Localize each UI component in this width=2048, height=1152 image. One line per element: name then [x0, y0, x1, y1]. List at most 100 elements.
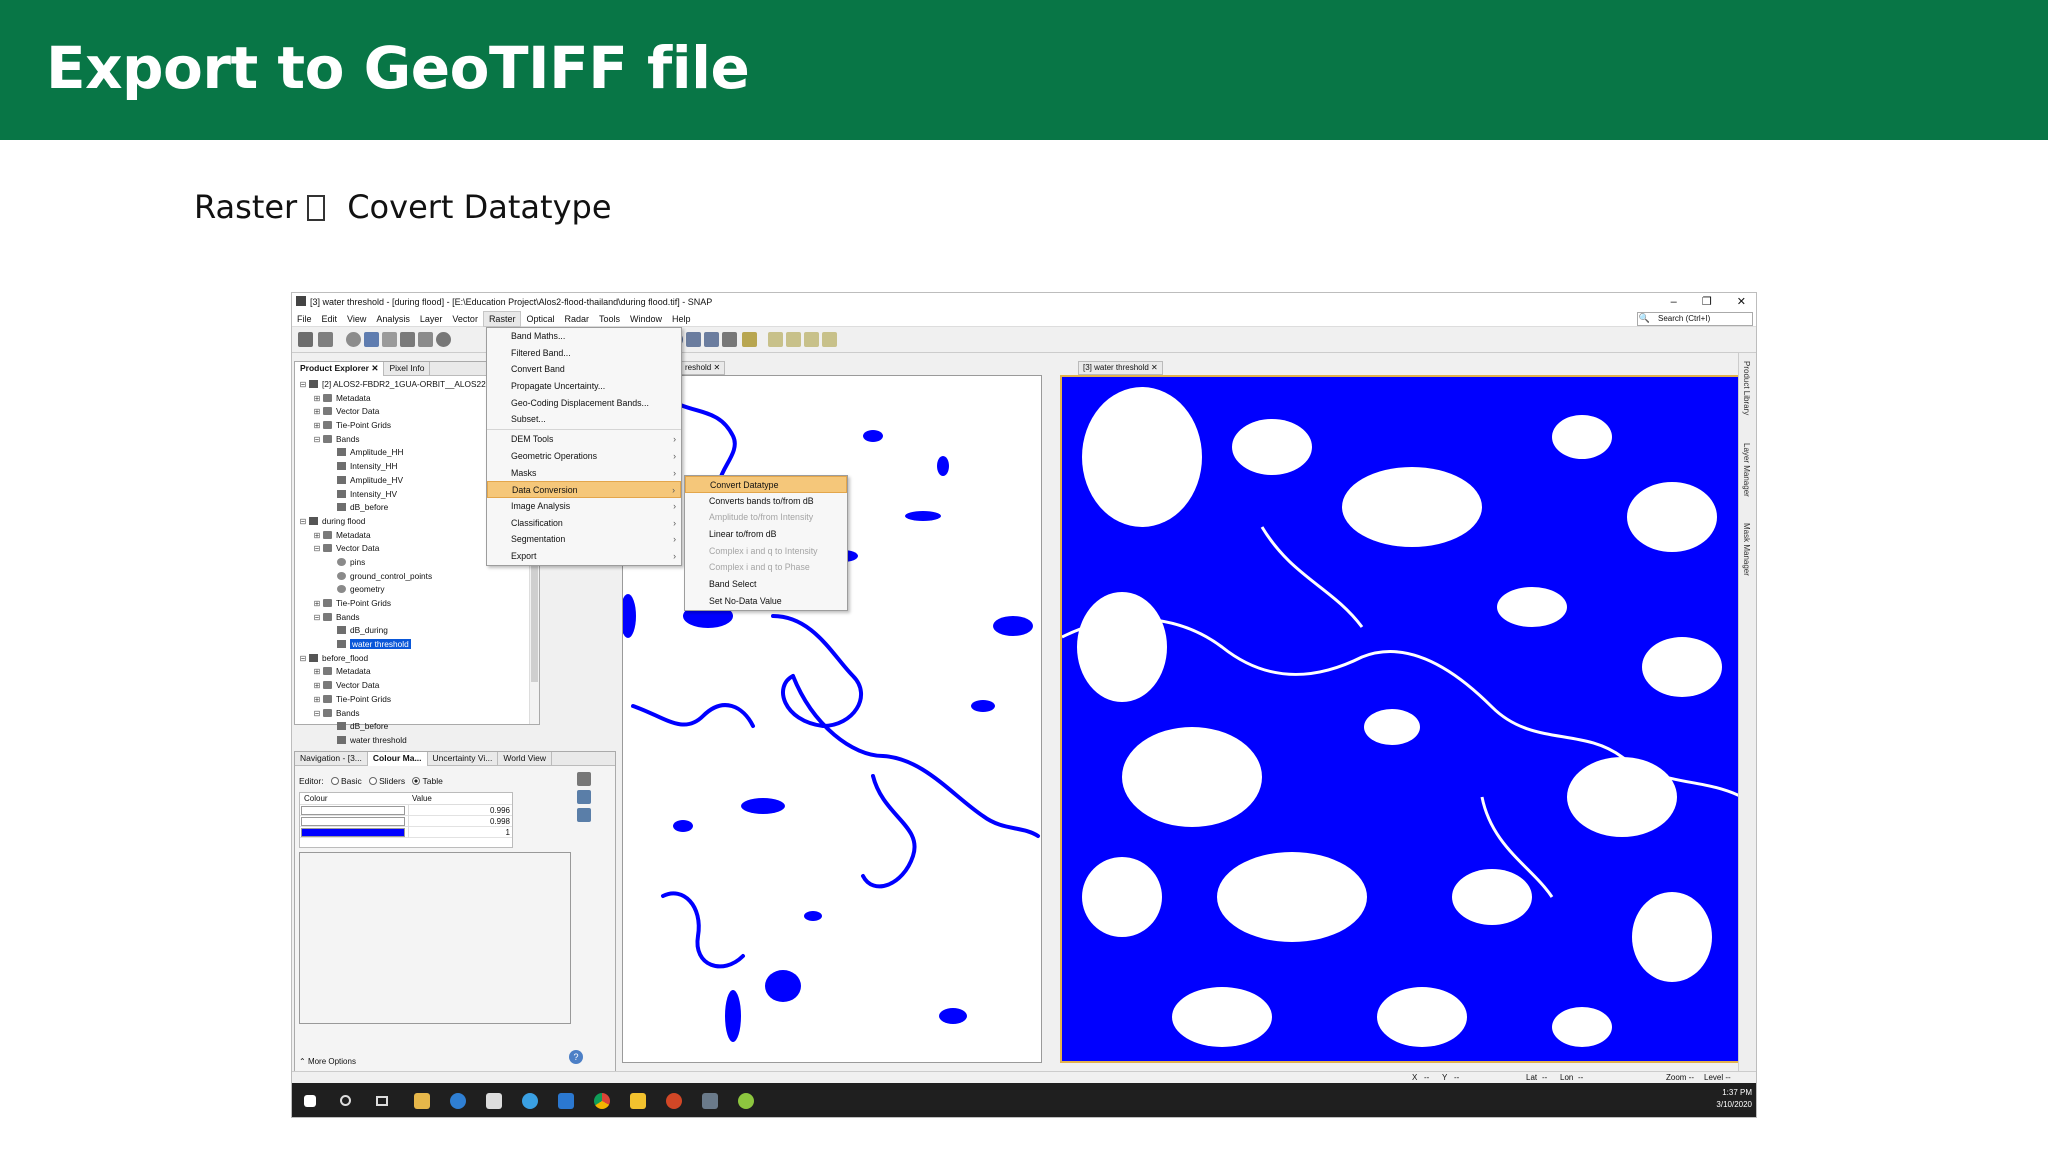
collapse-icon[interactable]: ⊟ [313, 611, 321, 625]
magic-wand-icon[interactable] [686, 332, 701, 347]
expand-icon[interactable]: ⊞ [313, 419, 321, 433]
tree-node-metadata[interactable]: ⊞ Metadata [295, 665, 539, 679]
export-icon[interactable] [577, 808, 591, 822]
tab-world-view[interactable]: World View [498, 752, 553, 766]
colour-table-row[interactable]: 0.998 [300, 816, 512, 827]
internet-explorer-icon[interactable] [522, 1093, 538, 1109]
expand-icon[interactable]: ⊞ [313, 597, 321, 611]
data-conversion-item-convert-datatype[interactable]: Convert Datatype [685, 476, 847, 493]
collapse-icon[interactable]: ⊟ [313, 542, 321, 556]
data-conversion-item-band-select[interactable]: Band Select [685, 576, 847, 593]
import-icon[interactable] [577, 790, 591, 804]
tree-node-geometry[interactable]: geometry [295, 583, 539, 597]
radio-table[interactable] [412, 777, 421, 785]
menu-view[interactable]: View [342, 312, 371, 326]
view-tab-right[interactable]: [3] water threshold ✕ [1078, 361, 1163, 375]
colour-value[interactable]: 1 [408, 827, 512, 838]
menu-edit[interactable]: Edit [317, 312, 343, 326]
tree-node-bands[interactable]: ⊟ Bands [295, 707, 539, 721]
minimize-button[interactable]: – [1671, 296, 1677, 308]
colour-value[interactable]: 0.998 [408, 816, 512, 827]
raster-menu-item-geometric-operations[interactable]: Geometric Operations › [487, 448, 681, 465]
colour-table-row[interactable]: 0.996 [300, 805, 512, 816]
raster-menu-item-segmentation[interactable]: Segmentation › [487, 531, 681, 548]
raster-menu-item-propagate-uncertainty[interactable]: Propagate Uncertainty... [487, 378, 681, 395]
raster-menu-item-masks[interactable]: Masks › [487, 465, 681, 482]
raster-menu-item-export[interactable]: Export › [487, 548, 681, 565]
tile-single-icon[interactable] [822, 332, 837, 347]
menu-radar[interactable]: Radar [559, 312, 594, 326]
tree-node-water-threshold[interactable]: water threshold [295, 734, 539, 748]
tree-node-water-threshold[interactable]: water threshold [295, 638, 539, 652]
reset-icon[interactable] [577, 772, 591, 786]
sticky-notes-icon[interactable] [630, 1093, 646, 1109]
raster-menu-item-dem-tools[interactable]: DEM Tools › [487, 431, 681, 448]
menu-help[interactable]: Help [667, 312, 696, 326]
radio-sliders[interactable] [369, 777, 378, 785]
colour-swatch[interactable] [301, 828, 405, 837]
expand-icon[interactable]: ⊞ [313, 392, 321, 406]
tree-node-vector-data[interactable]: ⊞ Vector Data [295, 679, 539, 693]
product-library-tab[interactable]: Product Library [1742, 361, 1751, 415]
colour-swatch[interactable] [301, 817, 405, 826]
menu-tools[interactable]: Tools [594, 312, 625, 326]
search-taskbar-icon[interactable] [340, 1095, 351, 1106]
tree-node-before-flood[interactable]: ⊟ before_flood [295, 652, 539, 666]
tree-node-bands[interactable]: ⊟ Bands [295, 611, 539, 625]
raster-menu-item-geo-coding-displacement-bands[interactable]: Geo-Coding Displacement Bands... [487, 395, 681, 412]
menu-optical[interactable]: Optical [521, 312, 559, 326]
raster-menu-item-filtered-band[interactable]: Filtered Band... [487, 345, 681, 362]
menu-window[interactable]: Window [625, 312, 667, 326]
more-options[interactable]: ⌃ More Options [299, 1057, 356, 1066]
ruler-icon[interactable] [722, 332, 737, 347]
layer-manager-tab[interactable]: Layer Manager [1742, 443, 1751, 497]
tab-navigation[interactable]: Navigation - [3... [295, 752, 368, 766]
search-input[interactable]: Search (Ctrl+I) [1637, 312, 1753, 326]
tree-node-db-during[interactable]: dB_during [295, 624, 539, 638]
menu-analysis[interactable]: Analysis [371, 312, 415, 326]
collapse-icon[interactable]: ⊟ [299, 515, 307, 529]
tab-uncertainty-visualisation[interactable]: Uncertainty Vi... [428, 752, 499, 766]
save-icon[interactable] [318, 332, 333, 347]
tree-node-tie-point-grids[interactable]: ⊞ Tie-Point Grids [295, 597, 539, 611]
expand-icon[interactable]: ⊞ [313, 679, 321, 693]
open-product-icon[interactable] [298, 332, 313, 347]
collapse-icon[interactable]: ⊟ [313, 707, 321, 721]
snap-taskbar-icon[interactable] [702, 1093, 718, 1109]
tree-node-tie-point-grids[interactable]: ⊞ Tie-Point Grids [295, 693, 539, 707]
menu-file[interactable]: File [292, 312, 317, 326]
collapse-icon[interactable]: ⊟ [299, 652, 307, 666]
menu-layer[interactable]: Layer [415, 312, 448, 326]
raster-menu-item-convert-band[interactable]: Convert Band [487, 361, 681, 378]
menu-vector[interactable]: Vector [447, 312, 483, 326]
raster-menu-item-data-conversion[interactable]: Data Conversion › [487, 481, 681, 498]
edge-icon[interactable] [450, 1093, 466, 1109]
zoom-tool-icon[interactable] [346, 332, 361, 347]
tree-node-db-before[interactable]: dB_before [295, 720, 539, 734]
tile-evenly-icon[interactable] [768, 332, 783, 347]
tab-pixel-info[interactable]: Pixel Info [384, 362, 431, 376]
tile-layout-icon[interactable] [704, 332, 719, 347]
expand-icon[interactable]: ⊞ [313, 405, 321, 419]
radio-basic[interactable] [330, 777, 339, 785]
task-view-icon[interactable] [376, 1096, 388, 1106]
expand-icon[interactable]: ⊞ [313, 693, 321, 707]
data-conversion-item-set-no-data-value[interactable]: Set No-Data Value [685, 593, 847, 610]
powerpoint-icon[interactable] [666, 1093, 682, 1109]
tile-vertical-icon[interactable] [804, 332, 819, 347]
maximize-button[interactable]: ❐ [1702, 296, 1712, 308]
file-explorer-icon[interactable] [414, 1093, 430, 1109]
store-icon[interactable] [486, 1093, 502, 1109]
tile-horizontal-icon[interactable] [786, 332, 801, 347]
grid-icon[interactable] [382, 332, 397, 347]
colour-swatch[interactable] [301, 806, 405, 815]
start-icon[interactable] [304, 1095, 316, 1107]
pin-icon[interactable] [400, 332, 415, 347]
collapse-icon[interactable]: ⊟ [313, 433, 321, 447]
menu-raster[interactable]: Raster [482, 311, 522, 327]
range-finder-icon[interactable] [436, 332, 451, 347]
system-clock[interactable]: 1:37 PM 3/10/2020 [1716, 1087, 1752, 1111]
select-tool-icon[interactable] [364, 332, 379, 347]
colour-value[interactable]: 0.996 [408, 805, 512, 816]
expand-icon[interactable]: ⊞ [313, 665, 321, 679]
